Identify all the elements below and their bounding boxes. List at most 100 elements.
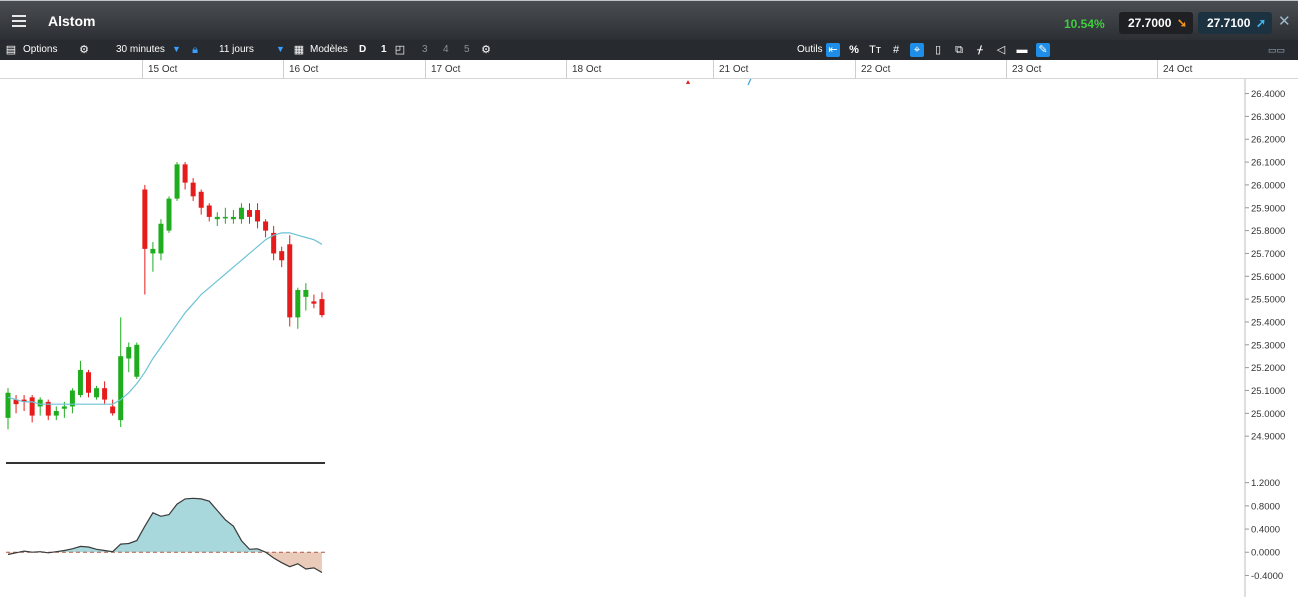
- layout-2-icon[interactable]: ◰: [393, 43, 407, 57]
- candle-body: [110, 406, 116, 414]
- date-axis: 15 Oct 16 Oct 17 Oct 18 Oct 21 Oct 22 Oc…: [0, 60, 1298, 79]
- candle-body: [287, 244, 293, 318]
- trend-line-drawing: [747, 79, 752, 86]
- layout-5-button[interactable]: 5: [464, 44, 470, 55]
- price-axis-label: 26.4000: [1251, 89, 1285, 100]
- candle-body: [86, 372, 91, 393]
- layout-3-button[interactable]: 3: [422, 44, 428, 55]
- percent-icon[interactable]: %: [847, 43, 861, 57]
- candle-body: [263, 221, 269, 231]
- date-tick: [283, 60, 284, 79]
- candle-body: [279, 251, 285, 261]
- hamburger-menu-icon[interactable]: [4, 8, 34, 34]
- price-axis-label: 25.6000: [1251, 272, 1285, 283]
- grid-hash-icon[interactable]: #: [889, 43, 903, 57]
- candle-body: [182, 164, 188, 183]
- candle-body: [190, 182, 196, 197]
- candle-icon[interactable]: ▯: [931, 43, 945, 57]
- date-tick: [1157, 60, 1158, 79]
- osc-axis-label: 0.0000: [1251, 548, 1280, 559]
- candle-body: [311, 301, 317, 304]
- indicator-icon[interactable]: ᚋ: [973, 43, 987, 57]
- interval-select[interactable]: 30 minutes: [116, 44, 165, 55]
- range-dropdown-icon[interactable]: ▼: [276, 44, 285, 54]
- buy-price-button[interactable]: 27.7100 ➚: [1198, 12, 1272, 34]
- candle-body: [37, 399, 43, 407]
- text-size-icon[interactable]: Tт: [868, 43, 882, 57]
- price-axis-label: 25.7000: [1251, 249, 1285, 260]
- print-icon[interactable]: ▬: [1015, 43, 1029, 57]
- windows-icon[interactable]: ⧉: [952, 43, 966, 57]
- date-label: 17 Oct: [431, 64, 461, 75]
- price-axis-label: 24.9000: [1251, 432, 1285, 443]
- date-tick: [142, 60, 143, 79]
- daily-button[interactable]: D: [359, 44, 366, 55]
- lock-icon[interactable]: 🔒︎: [188, 43, 202, 57]
- price-axis-label: 26.3000: [1251, 112, 1285, 123]
- options-button[interactable]: Options: [23, 44, 57, 55]
- crosshair-icon[interactable]: ⌖: [910, 43, 924, 57]
- candle-body: [319, 299, 325, 316]
- close-icon[interactable]: ✕: [1278, 12, 1291, 30]
- candle-body: [53, 411, 59, 416]
- date-label: 22 Oct: [861, 64, 891, 75]
- back-arrow-icon[interactable]: ⇤: [826, 43, 840, 57]
- candle-body: [206, 205, 212, 217]
- moving-average-line: [7, 232, 323, 405]
- date-label: 15 Oct: [148, 64, 178, 75]
- candle-body: [142, 189, 148, 249]
- candle-body: [166, 198, 172, 231]
- price-axis-label: 25.2000: [1251, 363, 1285, 374]
- range-select[interactable]: 11 jours: [219, 44, 254, 55]
- osc-axis-label: -0.4000: [1251, 571, 1283, 582]
- options-list-icon[interactable]: ▤: [4, 43, 18, 57]
- date-tick: [1006, 60, 1007, 79]
- window-layout-icon[interactable]: ▭▭: [1268, 43, 1285, 57]
- candle-body: [158, 223, 164, 254]
- price-axis-label: 26.1000: [1251, 158, 1285, 169]
- draw-tools-icon[interactable]: ✎: [1036, 43, 1050, 57]
- interval-dropdown-icon[interactable]: ▼: [172, 44, 181, 54]
- change-percent: 10.54%: [1064, 17, 1105, 31]
- layout-4-button[interactable]: 4: [443, 44, 449, 55]
- candle-body: [255, 210, 261, 222]
- candle-body: [77, 369, 83, 396]
- arrow-down-icon: ➘: [1176, 16, 1187, 30]
- window-titlebar: Alstom 10.54% 27.7000 ➘ 27.7100 ➚ ✕: [0, 0, 1298, 40]
- candle-body: [150, 248, 156, 254]
- candle-body: [134, 344, 140, 377]
- candle-body: [174, 164, 180, 199]
- date-label: 23 Oct: [1012, 64, 1042, 75]
- candle-body: [214, 216, 220, 220]
- label-tag-icon[interactable]: ◁: [994, 43, 1008, 57]
- candle-body: [303, 289, 309, 297]
- layout-settings-icon[interactable]: ⚙: [479, 43, 493, 57]
- price-marker: [686, 80, 690, 84]
- sell-price: 27.7000: [1128, 16, 1172, 30]
- models-button[interactable]: Modèles: [310, 44, 348, 55]
- price-chart[interactable]: 26.4000 26.3000 26.2000 26.1000 26.0000 25.90…: [0, 79, 1298, 597]
- arrow-up-icon: ➚: [1255, 16, 1266, 30]
- osc-axis-label: 1.2000: [1251, 478, 1280, 489]
- price-axis-label: 25.8000: [1251, 226, 1285, 237]
- price-axis-label: 26.2000: [1251, 135, 1285, 146]
- price-axis-label: 25.1000: [1251, 386, 1285, 397]
- price-axis-label: 25.5000: [1251, 295, 1285, 306]
- candle-body: [94, 388, 100, 398]
- date-tick: [713, 60, 714, 79]
- date-label: 21 Oct: [719, 64, 749, 75]
- candle-body: [126, 347, 132, 359]
- layout-1-button[interactable]: 1: [381, 44, 387, 55]
- price-axis-label: 26.0000: [1251, 180, 1285, 191]
- date-tick: [855, 60, 856, 79]
- sell-price-button[interactable]: 27.7000 ➘: [1119, 12, 1193, 34]
- candle-body: [5, 392, 11, 418]
- candle-body: [61, 406, 67, 409]
- price-axis-label: 25.3000: [1251, 340, 1285, 351]
- osc-axis-label: 0.8000: [1251, 501, 1280, 512]
- candle-body: [118, 356, 124, 421]
- calendar-icon[interactable]: ▦: [292, 43, 306, 57]
- date-label: 24 Oct: [1163, 64, 1193, 75]
- settings-gear-icon[interactable]: ⚙: [77, 43, 91, 57]
- candle-body: [222, 216, 228, 219]
